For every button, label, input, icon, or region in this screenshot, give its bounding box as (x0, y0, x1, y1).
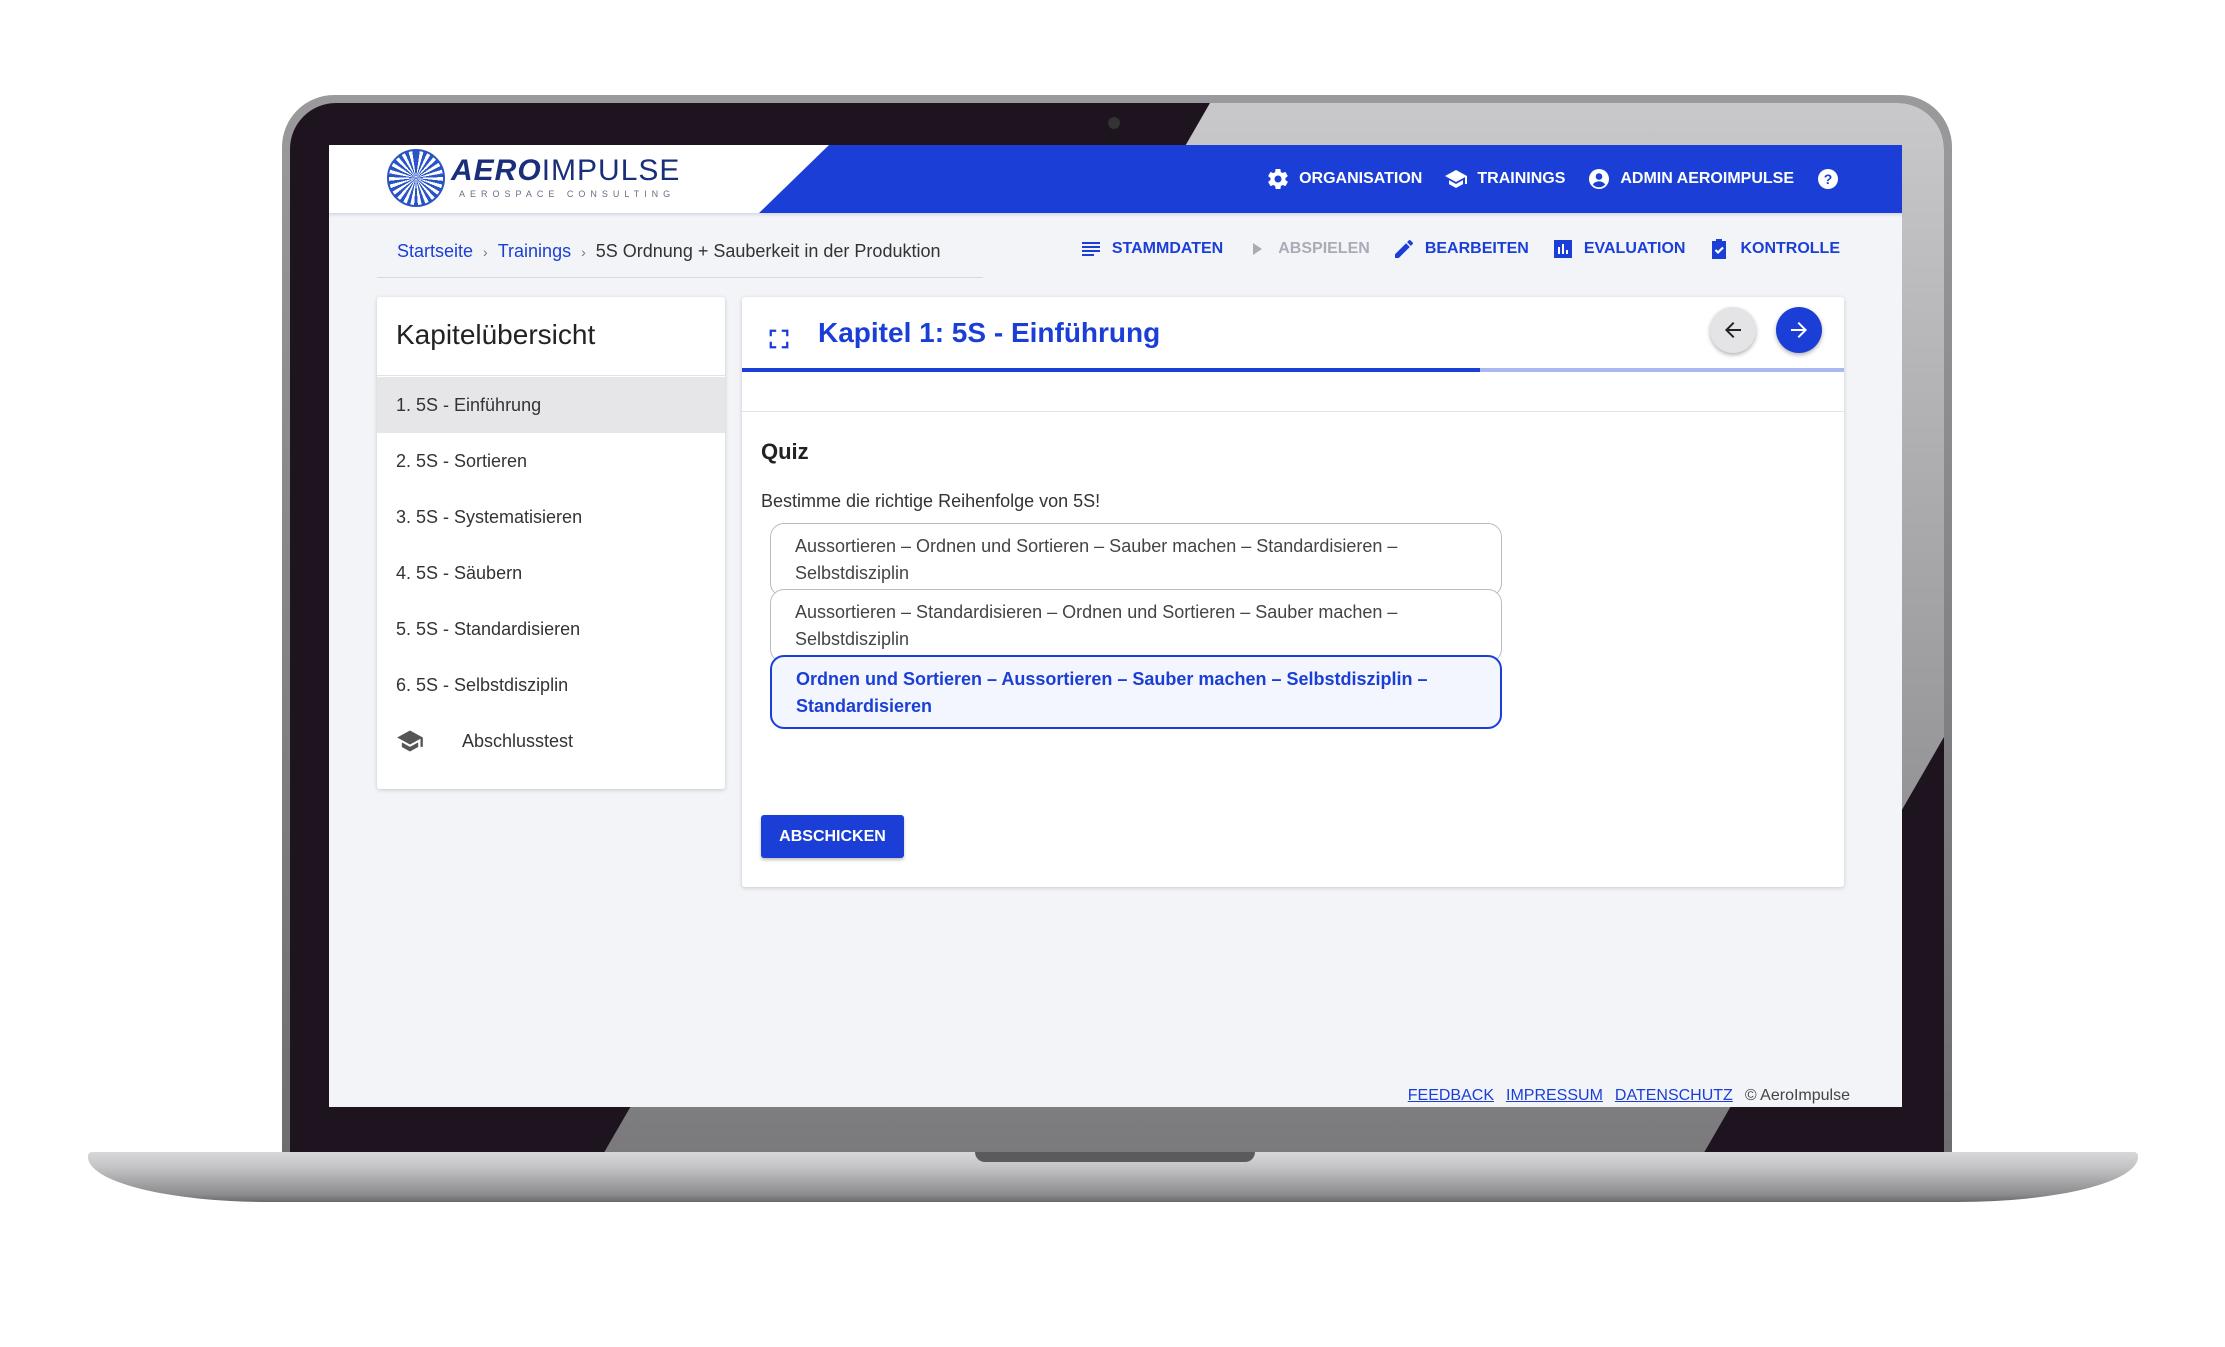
quiz-option-3-text: Standardisieren (796, 696, 933, 716)
quiz-option-1[interactable]: Aussortieren – Ordnen und Sortieren – Sa… (770, 523, 1502, 597)
training-actions: STAMMDATEN ABSPIELEN BEARBEITEN EVALUATI… (1079, 237, 1840, 261)
pencil-icon (1394, 239, 1413, 258)
chapter-item-6[interactable]: 6. 5S - Selbstdisziplin (377, 657, 725, 713)
checklist-icon (1712, 239, 1727, 259)
bearbeiten-button[interactable]: BEARBEITEN (1392, 237, 1529, 261)
chapter-progress-bar (742, 368, 1844, 372)
graduation-cap-icon (397, 730, 423, 752)
graduation-cap-icon (1445, 170, 1468, 188)
stammdaten-button[interactable]: STAMMDATEN (1079, 237, 1223, 261)
app-screen: AEROIMPULSE AEROSPACE CONSULTING ORGANIS… (329, 145, 1902, 1107)
arrow-right-icon (1791, 322, 1807, 338)
breadcrumb-trainings[interactable]: Trainings (498, 241, 571, 262)
impressum-link[interactable]: IMPRESSUM (1506, 1087, 1603, 1105)
abspielen-label: ABSPIELEN (1278, 240, 1370, 257)
help-button[interactable]: ? (1816, 167, 1840, 191)
kontrolle-button[interactable]: KONTROLLE (1707, 237, 1840, 261)
laptop-notch (975, 1152, 1255, 1162)
turbine-logo-icon (387, 149, 445, 207)
logo-wordmark: AEROIMPULSE (451, 154, 681, 187)
nav-trainings[interactable]: TRAININGS (1444, 167, 1565, 191)
bearbeiten-label: BEARBEITEN (1424, 240, 1529, 257)
chapter-item-1[interactable]: 1. 5S - Einführung (377, 377, 725, 433)
nav-trainings-label: TRAININGS (1477, 170, 1566, 187)
breadcrumb-separator: › (581, 243, 586, 260)
quiz-heading: Quiz (761, 439, 809, 464)
logo[interactable]: AEROIMPULSE AEROSPACE CONSULTING (329, 145, 829, 213)
chapter-item-final-test[interactable]: Abschlusstest (377, 713, 725, 769)
logo-tagline: AEROSPACE CONSULTING (459, 189, 676, 199)
breadcrumb-separator: › (483, 243, 488, 260)
footer: FEEDBACK IMPRESSUM DATENSCHUTZ © AeroImp… (1408, 1087, 1850, 1105)
chapter-item-4[interactable]: 4. 5S - Säubern (377, 545, 725, 601)
breadcrumb-underline (377, 277, 983, 278)
arrow-left-icon (1725, 322, 1741, 338)
svg-text:?: ? (1824, 171, 1833, 187)
copyright: © AeroImpulse (1744, 1087, 1850, 1104)
quiz-option-1-text: Aussortieren – Ordnen und Sortieren – Sa… (795, 536, 1398, 556)
chapter-overview-card: Kapitelübersicht 1. 5S - Einführung 2. 5… (377, 297, 725, 789)
quiz-option-3-text: Ordnen und Sortieren – Aussortieren – Sa… (796, 669, 1428, 689)
stammdaten-label: STAMMDATEN (1111, 240, 1224, 257)
play-icon (1253, 243, 1263, 255)
help-icon: ? (1818, 169, 1838, 189)
main-nav: ORGANISATION TRAININGS ADMIN AEROIMPULSE… (1266, 145, 1840, 213)
quiz-option-1-text: Selbstdisziplin (795, 563, 910, 583)
submit-button[interactable]: ABSCHICKEN (761, 815, 904, 858)
chapter-item-3[interactable]: 3. 5S - Systematisieren (377, 489, 725, 545)
chapter-title: Kapitel 1: 5S - Einführung (818, 317, 1161, 348)
chapter-item-5[interactable]: 5. 5S - Standardisieren (377, 601, 725, 657)
divider (742, 411, 1844, 412)
camera-icon (1108, 117, 1120, 129)
kontrolle-label: KONTROLLE (1740, 240, 1840, 257)
nav-organisation-label: ORGANISATION (1299, 170, 1423, 187)
bar-chart-icon (1553, 240, 1572, 258)
breadcrumb-home[interactable]: Startseite (397, 241, 473, 262)
top-bar: AEROIMPULSE AEROSPACE CONSULTING ORGANIS… (329, 145, 1902, 213)
breadcrumb: Startseite › Trainings › 5S Ordnung + Sa… (397, 241, 940, 262)
nav-account[interactable]: ADMIN AEROIMPULSE (1587, 167, 1794, 191)
list-icon (1081, 242, 1100, 256)
divider (377, 375, 725, 376)
datenschutz-link[interactable]: DATENSCHUTZ (1615, 1087, 1733, 1105)
previous-chapter-button[interactable] (1710, 307, 1756, 353)
top-bar-shadow (329, 213, 1902, 217)
fullscreen-icon[interactable] (768, 328, 790, 350)
quiz-option-2-text: Aussortieren – Standardisieren – Ordnen … (795, 602, 1398, 622)
quiz-option-3[interactable]: Ordnen und Sortieren – Aussortieren – Sa… (770, 655, 1502, 729)
chapter-item-2[interactable]: 2. 5S - Sortieren (377, 433, 725, 489)
chapter-list: 1. 5S - Einführung 2. 5S - Sortieren 3. … (377, 377, 725, 769)
final-test-label: Abschlusstest (462, 731, 574, 751)
evaluation-button[interactable]: EVALUATION (1551, 237, 1686, 261)
evaluation-label: EVALUATION (1583, 240, 1686, 257)
gear-icon (1268, 169, 1288, 190)
breadcrumb-current: 5S Ordnung + Sauberkeit in der Produktio… (595, 241, 941, 261)
quiz-option-2[interactable]: Aussortieren – Standardisieren – Ordnen … (770, 589, 1502, 663)
chapter-progress-fill (742, 368, 1481, 372)
chapter-overview-title: Kapitelübersicht (396, 319, 596, 350)
quiz-question: Bestimme die richtige Reihenfolge von 5S… (761, 491, 1101, 511)
nav-organisation[interactable]: ORGANISATION (1266, 167, 1422, 191)
next-chapter-button[interactable] (1776, 307, 1822, 353)
account-icon (1589, 169, 1610, 189)
chapter-content-card: Kapitel 1: 5S - Einführung Quiz Bestimme… (742, 297, 1844, 887)
abspielen-button[interactable]: ABSPIELEN (1245, 237, 1370, 261)
nav-account-label: ADMIN AEROIMPULSE (1620, 170, 1794, 187)
feedback-link[interactable]: FEEDBACK (1408, 1087, 1494, 1105)
quiz-option-2-text: Selbstdisziplin (795, 629, 910, 649)
